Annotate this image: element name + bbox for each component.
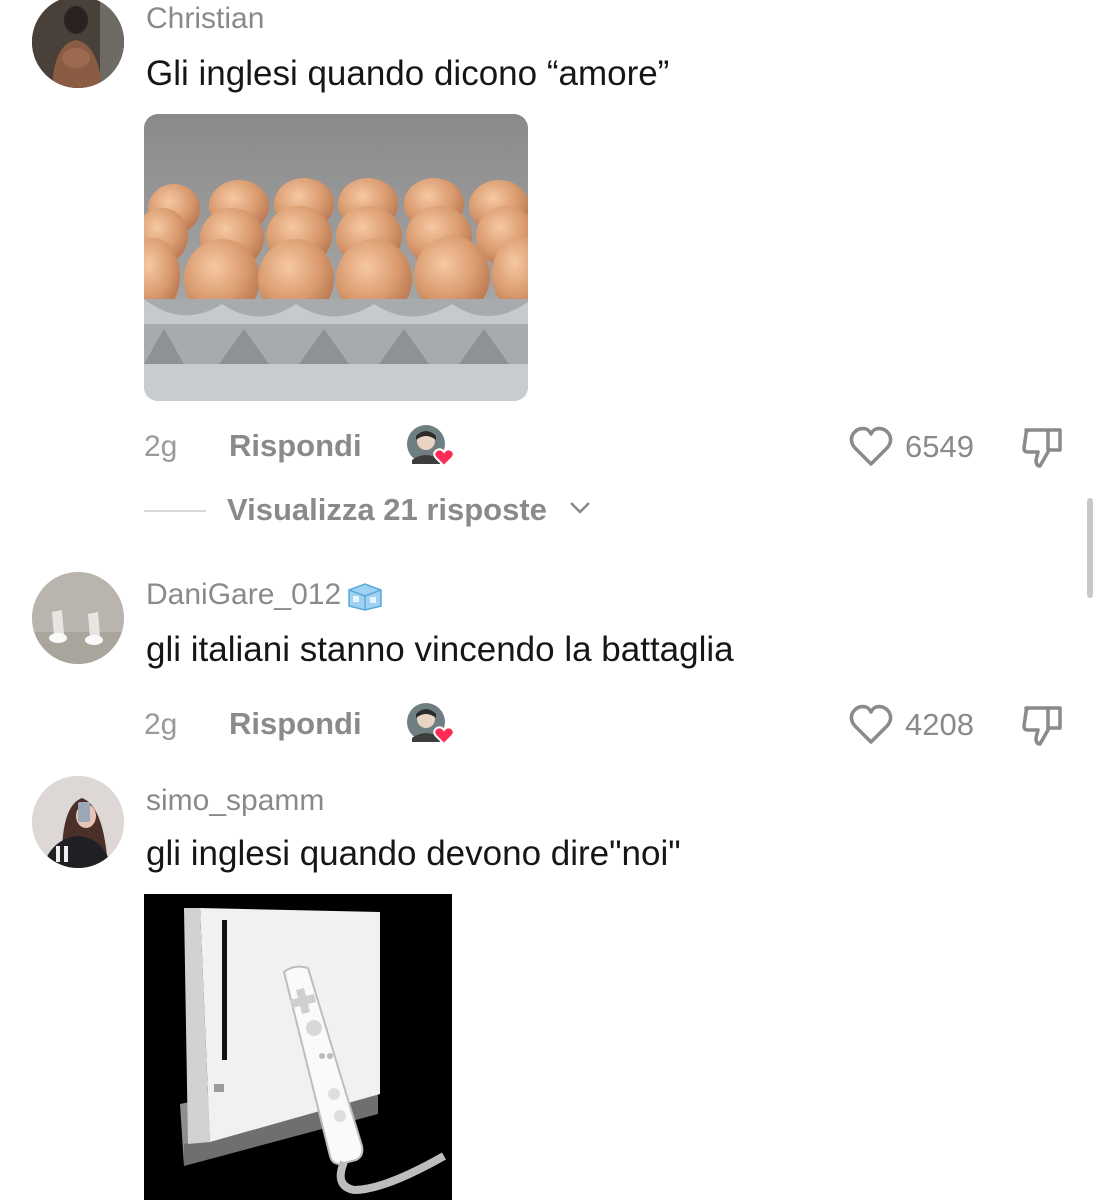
chevron-down-icon — [569, 500, 591, 516]
creator-heart-avatar-icon — [406, 702, 458, 746]
view-replies-label: Visualizza 21 risposte — [227, 492, 547, 527]
ice-cube-icon — [345, 580, 385, 612]
wii-console-image[interactable] — [144, 894, 452, 1200]
scrollbar[interactable] — [1087, 498, 1093, 598]
comment-simo-spamm: simo_spamm gli inglesi quando devono dir… — [0, 776, 1103, 1200]
username[interactable]: Christian — [146, 2, 264, 36]
username[interactable]: DaniGare_012 — [146, 578, 385, 612]
comment-text: gli inglesi quando devono dire"noi" — [146, 834, 681, 873]
username-text: DaniGare_012 — [146, 578, 342, 611]
reply-button[interactable]: Rispondi — [229, 428, 362, 464]
creator-heart-avatar-icon — [406, 424, 458, 468]
comment-age: 2g — [144, 708, 178, 741]
comment-text: Gli inglesi quando dicono “amore” — [146, 54, 670, 93]
egg-tray-image[interactable] — [144, 114, 528, 401]
like-count: 6549 — [905, 429, 974, 464]
thumbs-down-icon[interactable] — [1020, 702, 1066, 748]
comment-actions: 2g Rispondi 4208 — [0, 702, 1103, 750]
comment-christian: Christian Gli inglesi quando dicono “amo… — [0, 0, 1103, 540]
username[interactable]: simo_spamm — [146, 784, 324, 818]
comment-actions: 2g Rispondi 6549 — [0, 424, 1103, 472]
thumbs-down-icon[interactable] — [1020, 424, 1066, 470]
divider — [144, 510, 206, 512]
comment-text: gli italiani stanno vincendo la battagli… — [146, 630, 734, 669]
reply-button[interactable]: Rispondi — [229, 706, 362, 742]
comment-danigare: DaniGare_012 gli italiani stanno vincend… — [0, 570, 1103, 750]
heart-outline-icon[interactable] — [848, 702, 894, 746]
comment-age: 2g — [144, 430, 178, 463]
like-count: 4208 — [905, 707, 974, 742]
avatar[interactable] — [32, 0, 124, 88]
avatar[interactable] — [32, 776, 124, 868]
view-replies-button[interactable]: Visualizza 21 risposte — [144, 488, 644, 532]
avatar[interactable] — [32, 572, 124, 664]
heart-outline-icon[interactable] — [848, 424, 894, 468]
